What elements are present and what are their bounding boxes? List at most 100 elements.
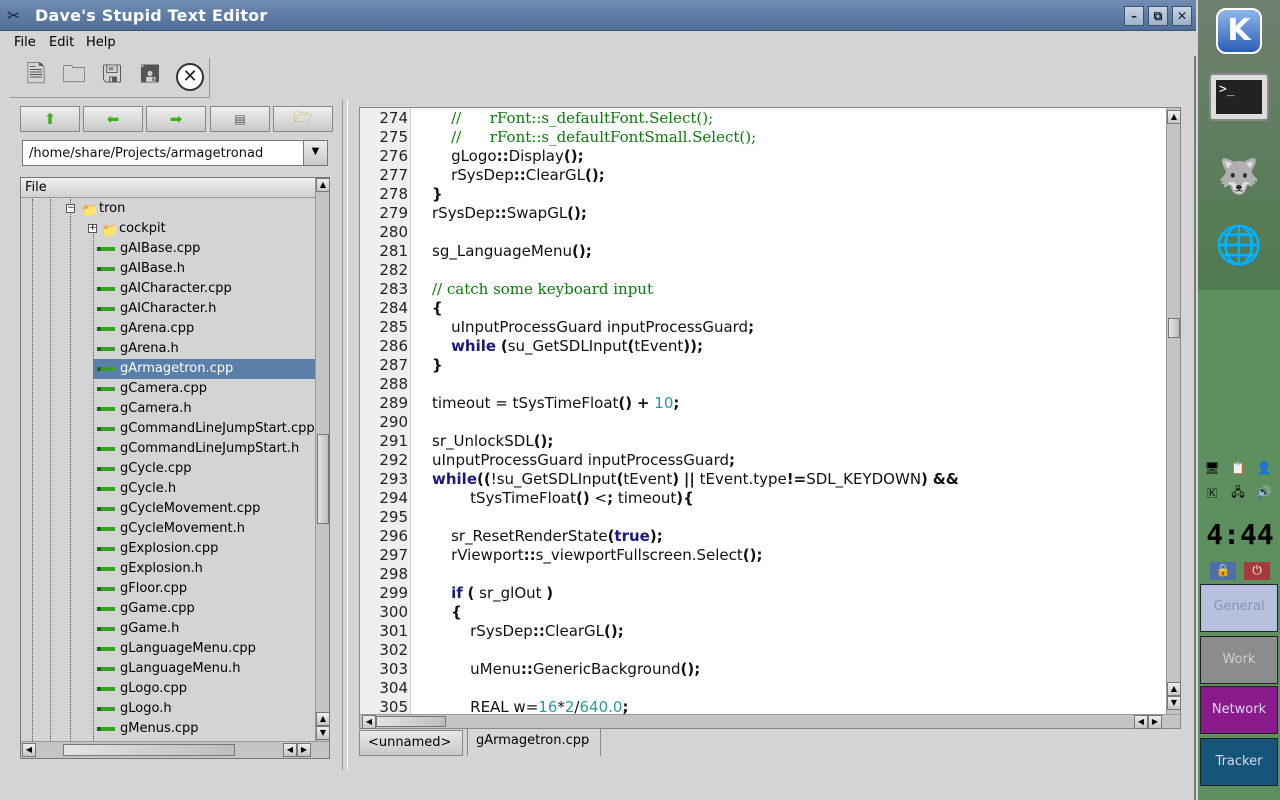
tree-file-item[interactable]: gCamera.h <box>93 399 315 419</box>
tree-file-item[interactable]: gCycle.h <box>93 479 315 499</box>
close-file-icon[interactable]: ✕ <box>172 59 208 95</box>
scroll-thumb[interactable] <box>63 744 235 756</box>
scroll-left-icon[interactable]: ◀ <box>1134 715 1148 729</box>
code-line[interactable]: REAL w=16*2/640.0; <box>432 698 628 714</box>
code-line[interactable]: rSysDep::ClearGL(); <box>432 166 605 184</box>
code-line[interactable]: rSysDep::ClearGL(); <box>432 622 624 640</box>
code-line[interactable]: { <box>432 299 443 317</box>
clock[interactable]: 4:44 <box>1202 518 1278 551</box>
tree-file-item[interactable]: gArena.h <box>93 339 315 359</box>
code-line[interactable]: } <box>432 185 443 203</box>
maximize-button[interactable]: ⧉ <box>1148 6 1168 26</box>
tree-folder-cockpit[interactable]: + 📁 cockpit <box>21 219 315 239</box>
tree-file-item[interactable]: gLanguageMenu.h <box>93 659 315 679</box>
tree-file-item[interactable]: gFloor.cpp <box>93 579 315 599</box>
konqueror-browser-icon[interactable]: 🌐 <box>1206 214 1272 276</box>
code-area[interactable]: // rFont::s_defaultFont.Select(); // rFo… <box>360 108 1166 714</box>
tree-file-item[interactable]: gArena.cpp <box>93 319 315 339</box>
path-field[interactable]: /home/share/Projects/armagetronad ▼ <box>22 140 328 166</box>
tree-file-item[interactable]: gLogo.h <box>93 699 315 719</box>
tree-file-item[interactable]: gArmagetron.cpp <box>93 359 315 379</box>
tree-file-item[interactable]: gCommandLineJumpStart.h <box>93 439 315 459</box>
scroll-up-icon[interactable]: ▲ <box>1167 682 1181 696</box>
code-line[interactable]: tSysTimeFloat() <; timeout){ <box>432 489 694 507</box>
close-button[interactable]: ✕ <box>1172 6 1192 26</box>
tree-horizontal-scrollbar[interactable]: ◀ ◀ ▶ <box>21 741 329 758</box>
mixer-icon[interactable]: 🔊 <box>1256 484 1272 500</box>
desktop-work[interactable]: Work <box>1200 636 1278 684</box>
code-line[interactable]: if ( sr_glOut ) <box>432 584 553 602</box>
tree-file-item[interactable]: gCycleMovement.cpp <box>93 499 315 519</box>
new-file-icon[interactable]: 🗎 <box>18 59 54 95</box>
view-toggle-icon[interactable]: ▤ <box>210 106 270 132</box>
code-line[interactable]: uInputProcessGuard inputProcessGuard; <box>432 451 735 469</box>
scroll-thumb[interactable] <box>1168 318 1180 338</box>
code-line[interactable]: { <box>432 603 462 621</box>
tree-folder-tron[interactable]: − 📁 tron <box>21 199 315 219</box>
tree-file-item[interactable]: gCycleMovement.h <box>93 519 315 539</box>
code-line[interactable]: // rFont::s_defaultFont.Select(); <box>432 109 713 127</box>
code-line[interactable]: while((!su_GetSDLInput(tEvent) || tEvent… <box>432 470 959 488</box>
chevron-down-icon[interactable]: ▼ <box>303 141 327 165</box>
tree-file-item[interactable]: gAIBase.h <box>93 259 315 279</box>
minimize-button[interactable]: – <box>1124 6 1144 26</box>
scroll-up-icon[interactable]: ▲ <box>1167 110 1181 124</box>
klipper-icon[interactable]: 📋 <box>1230 460 1246 476</box>
tab-garmagetron-cpp[interactable]: gArmagetron.cpp <box>467 728 601 756</box>
tab-unnamed[interactable]: <unnamed> <box>359 730 463 756</box>
scroll-thumb[interactable] <box>376 716 446 727</box>
code-line[interactable]: rSysDep::SwapGL(); <box>432 204 587 222</box>
scroll-left-icon[interactable]: ◀ <box>362 715 376 729</box>
code-line[interactable]: // rFont::s_defaultFontSmall.Select(); <box>432 128 756 146</box>
code-line[interactable]: sr_ResetRenderState(true); <box>432 527 663 545</box>
code-line[interactable]: sg_LanguageMenu(); <box>432 242 592 260</box>
gimp-icon[interactable]: 🐺 <box>1206 146 1272 208</box>
tree-vertical-scrollbar[interactable]: ▲ ▲ ▼ <box>315 178 329 741</box>
system-tray-icon[interactable]: 🖥 <box>1204 460 1220 476</box>
scroll-down-icon[interactable]: ▼ <box>316 726 329 740</box>
scroll-up-icon[interactable]: ▲ <box>316 178 329 192</box>
tree-file-item[interactable]: gExplosion.h <box>93 559 315 579</box>
tree-column-header[interactable]: File <box>21 178 315 198</box>
editor-horizontal-scrollbar[interactable]: ◀ ◀ ▶ <box>360 714 1180 729</box>
code-line[interactable]: rViewport::s_viewportFullscreen.Select()… <box>432 546 762 564</box>
tree-file-item[interactable]: gAICharacter.cpp <box>93 279 315 299</box>
tree-file-item[interactable]: gExplosion.cpp <box>93 539 315 559</box>
code-line[interactable]: uInputProcessGuard inputProcessGuard; <box>432 318 754 336</box>
editor-vertical-scrollbar[interactable]: ▲ ▲ ▼ <box>1166 108 1181 714</box>
code-editor[interactable]: 274 275 276 277 278 279 280 281 282 283 284 285 286 2… <box>359 107 1181 729</box>
code-line[interactable]: // catch some keyboard input <box>432 280 653 298</box>
up-arrow-icon[interactable]: ⬆ <box>20 106 80 132</box>
tree-file-item[interactable]: gGame.cpp <box>93 599 315 619</box>
title-bar[interactable]: ✂ Dave's Stupid Text Editor – ⧉ ✕ <box>0 0 1196 31</box>
save-as-icon[interactable]: 🖪 <box>132 59 168 95</box>
terminal-icon[interactable]: >_ <box>1206 66 1272 128</box>
scroll-thumb[interactable] <box>317 434 329 524</box>
code-line[interactable]: } <box>432 356 443 374</box>
desktop-general[interactable]: General <box>1200 584 1278 632</box>
scroll-left-icon[interactable]: ◀ <box>283 743 297 757</box>
scroll-down-icon[interactable]: ▼ <box>1167 696 1181 710</box>
logout-icon[interactable]: ⏻ <box>1244 562 1270 580</box>
tree-file-item[interactable]: gCycle.cpp <box>93 459 315 479</box>
new-folder-icon[interactable]: 🗁 <box>273 106 333 132</box>
scroll-right-icon[interactable]: ▶ <box>297 743 311 757</box>
users-icon[interactable]: 👤 <box>1256 460 1272 476</box>
pane-splitter[interactable] <box>342 100 348 770</box>
kde-menu-icon[interactable]: K <box>1206 0 1272 62</box>
code-line[interactable]: sr_UnlockSDL(); <box>432 432 553 450</box>
open-folder-icon[interactable]: 🗀 <box>56 59 92 95</box>
network-icon[interactable]: 🖧 <box>1230 484 1246 500</box>
expand-icon[interactable]: + <box>88 224 97 233</box>
kde-small-icon[interactable]: 🇰 <box>1204 484 1220 500</box>
menu-edit[interactable]: Edit <box>49 35 74 50</box>
tree-file-item[interactable]: gAICharacter.h <box>93 299 315 319</box>
scroll-up-icon[interactable]: ▲ <box>316 712 329 726</box>
back-arrow-icon[interactable]: ⬅ <box>83 106 143 132</box>
tree-file-item[interactable]: gLanguageMenu.cpp <box>93 639 315 659</box>
lock-icon[interactable]: 🔒 <box>1210 562 1236 580</box>
tree-file-item[interactable]: gCamera.cpp <box>93 379 315 399</box>
code-line[interactable]: timeout = tSysTimeFloat() + 10; <box>432 394 679 412</box>
menu-file[interactable]: File <box>14 35 36 50</box>
code-line[interactable]: uMenu::GenericBackground(); <box>432 660 700 678</box>
